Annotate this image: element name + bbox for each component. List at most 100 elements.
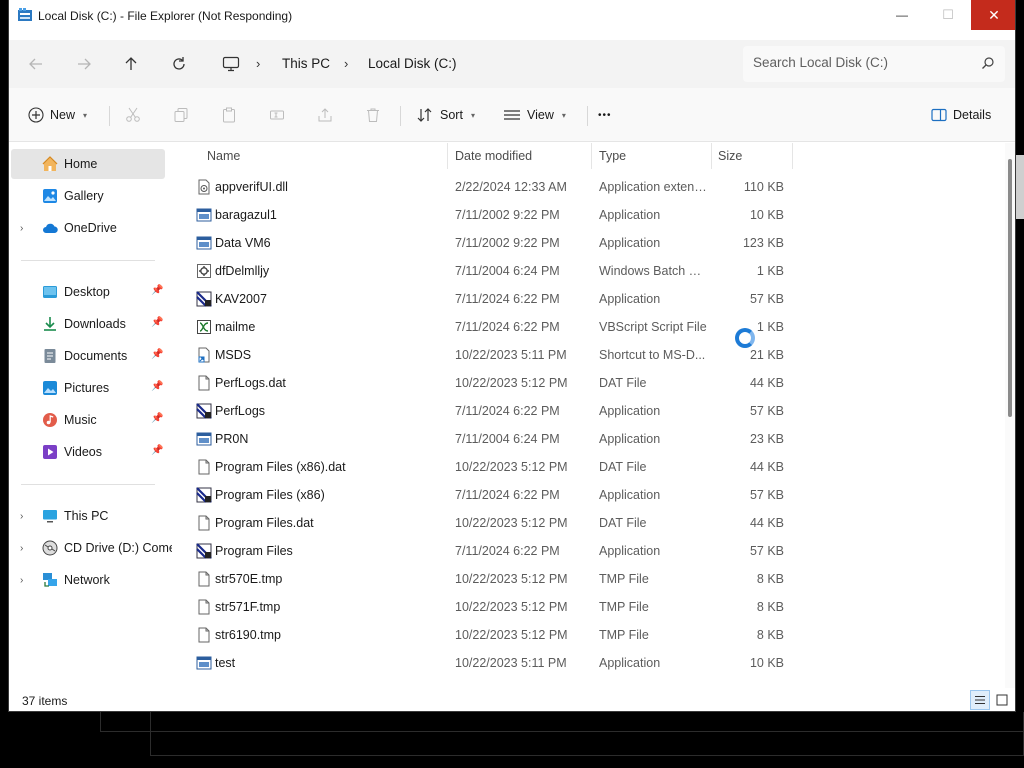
breadcrumb-this-pc[interactable]: This PC	[282, 56, 330, 71]
search-input[interactable]	[753, 55, 963, 70]
divider	[21, 260, 155, 261]
column-header-date[interactable]: Date modified	[455, 143, 591, 169]
file-size: 10 KB	[749, 208, 784, 222]
app-window-icon	[196, 655, 212, 671]
file-date-modified: 10/22/2023 5:12 PM	[455, 516, 568, 530]
large-icons-view-toggle[interactable]	[992, 690, 1012, 710]
file-row[interactable]: Program Files (x86).dat 10/22/2023 5:12 P…	[184, 453, 996, 481]
file-size: 57 KB	[749, 404, 784, 418]
nav-item-network[interactable]: › Network	[11, 565, 165, 595]
this-pc-breadcrumb-icon[interactable]	[218, 52, 244, 76]
column-header-label: Size	[718, 149, 743, 163]
share-button[interactable]	[317, 103, 333, 127]
nav-item-cd-drive[interactable]: › CD Drive (D:) Come	[11, 533, 172, 563]
expand-chevron-icon[interactable]: ›	[20, 575, 23, 586]
delete-button[interactable]	[365, 103, 381, 127]
column-header-label: Date modified	[455, 149, 533, 163]
column-divider[interactable]	[711, 143, 712, 169]
column-header-name[interactable]: Name ⌃	[207, 143, 447, 169]
expand-chevron-icon[interactable]: ›	[20, 543, 23, 554]
nav-item-videos[interactable]: Videos 📌	[11, 437, 165, 467]
up-button[interactable]	[118, 52, 144, 76]
cut-button[interactable]	[125, 103, 141, 127]
documents-icon	[44, 349, 56, 363]
file-row[interactable]: appverifUI.dll 2/22/2024 12:33 AM Applicat…	[184, 173, 996, 201]
breadcrumb-local-disk[interactable]: Local Disk (C:)	[368, 56, 457, 71]
column-divider[interactable]	[591, 143, 592, 169]
breadcrumb-chevron-icon[interactable]: ›	[344, 56, 348, 71]
column-divider[interactable]	[447, 143, 448, 169]
file-row[interactable]: Program Files 7/11/2024 6:22 PM Applicatio…	[184, 537, 996, 565]
file-row[interactable]: MSDS 10/22/2023 5:11 PM Shortcut to MS-D..…	[184, 341, 996, 369]
nav-item-onedrive[interactable]: › OneDrive	[11, 213, 165, 243]
file-row[interactable]: str570E.tmp 10/22/2023 5:12 PM TMP File 8 K…	[184, 565, 996, 593]
close-button[interactable]: ✕	[971, 0, 1015, 30]
file-row[interactable]: baragazul1 7/11/2002 9:22 PM Application 10…	[184, 201, 996, 229]
file-row[interactable]: KAV2007 7/11/2024 6:22 PM Application 57 KB	[184, 285, 996, 313]
minimize-button[interactable]: —	[879, 0, 925, 30]
file-name: KAV2007	[215, 292, 267, 306]
pin-icon[interactable]: 📌	[151, 317, 163, 328]
rename-button[interactable]	[269, 103, 285, 127]
nav-item-label: Music	[64, 413, 97, 427]
column-header-size[interactable]: Size	[718, 143, 792, 169]
nav-item-downloads[interactable]: Downloads 📌	[11, 309, 165, 339]
pin-icon[interactable]: 📌	[151, 413, 163, 424]
file-size: 1 KB	[756, 320, 784, 334]
file-row[interactable]: PerfLogs.dat 10/22/2023 5:12 PM DAT File 44…	[184, 369, 996, 397]
file-row[interactable]: dfDelmlljy 7/11/2004 6:24 PM Windows Batch…	[184, 257, 996, 285]
item-count: 37 items	[22, 694, 68, 708]
pin-icon[interactable]: 📌	[151, 349, 163, 360]
refresh-button[interactable]	[166, 52, 192, 76]
column-divider[interactable]	[792, 143, 793, 169]
back-button[interactable]	[23, 52, 49, 76]
pictures-icon	[43, 381, 57, 395]
column-header-label: Name	[207, 149, 241, 163]
file-row[interactable]: Data VM6 7/11/2002 9:22 PM Application 123 …	[184, 229, 996, 257]
copy-button[interactable]	[173, 103, 189, 127]
file-row[interactable]: Program Files.dat 10/22/2023 5:12 PM DAT F…	[184, 509, 996, 537]
pin-icon[interactable]: 📌	[151, 445, 163, 456]
nav-item-pictures[interactable]: Pictures 📌	[11, 373, 165, 403]
file-row[interactable]: str6190.tmp 10/22/2023 5:12 PM TMP File 8 K…	[184, 621, 996, 649]
column-header-type[interactable]: Type	[599, 143, 711, 169]
background-scrollbar-thumb	[1016, 155, 1024, 219]
forward-button[interactable]	[71, 52, 97, 76]
file-size: 23 KB	[749, 432, 784, 446]
maximize-button[interactable]: ☐	[925, 0, 971, 30]
nav-item-documents[interactable]: Documents 📌	[11, 341, 165, 371]
file-size: 10 KB	[749, 656, 784, 670]
file-list-scrollbar[interactable]	[1005, 143, 1015, 688]
nav-item-desktop[interactable]: Desktop 📌	[11, 277, 165, 307]
file-explorer-window: Local Disk (C:) - File Explorer (Not Res…	[8, 0, 1016, 712]
app-window-icon	[196, 207, 212, 223]
file-row[interactable]: PR0N 7/11/2004 6:24 PM Application 23 KB	[184, 425, 996, 453]
scrollbar-thumb[interactable]	[1008, 159, 1012, 417]
expand-chevron-icon[interactable]: ›	[20, 223, 23, 234]
file-row[interactable]: str571F.tmp 10/22/2023 5:12 PM TMP File 8 K…	[184, 593, 996, 621]
file-size: 1 KB	[756, 264, 784, 278]
nav-item-home[interactable]: Home	[11, 149, 165, 179]
details-view-toggle[interactable]	[970, 690, 990, 710]
more-options-button[interactable]: •••	[598, 103, 612, 127]
file-row[interactable]: PerfLogs 7/11/2024 6:22 PM Application 57 K…	[184, 397, 996, 425]
nav-item-music[interactable]: Music 📌	[11, 405, 165, 435]
title-bar[interactable]: Local Disk (C:) - File Explorer (Not Res…	[9, 0, 1015, 32]
view-button[interactable]: View ▾	[503, 103, 566, 127]
paste-button[interactable]	[221, 103, 237, 127]
expand-chevron-icon[interactable]: ›	[20, 511, 23, 522]
pin-icon[interactable]: 📌	[151, 285, 163, 296]
file-row[interactable]: Program Files (x86) 7/11/2024 6:22 PM Appl…	[184, 481, 996, 509]
breadcrumb-chevron-icon[interactable]: ›	[256, 56, 260, 71]
nav-item-gallery[interactable]: Gallery	[11, 181, 165, 211]
file-row[interactable]: test 10/22/2023 5:11 PM Application 10 KB	[184, 649, 996, 677]
new-button[interactable]: New ▾	[28, 103, 87, 127]
pin-icon[interactable]: 📌	[151, 381, 163, 392]
rename-icon	[270, 110, 284, 120]
file-row[interactable]: mailme 7/11/2024 6:22 PM VBScript Script F…	[184, 313, 996, 341]
script-file-icon	[196, 319, 212, 335]
sort-button[interactable]: Sort ▾	[416, 103, 475, 127]
nav-item-this-pc[interactable]: › This PC	[11, 501, 165, 531]
details-pane-button[interactable]: Details	[931, 103, 991, 127]
search-box[interactable]	[743, 46, 1005, 82]
